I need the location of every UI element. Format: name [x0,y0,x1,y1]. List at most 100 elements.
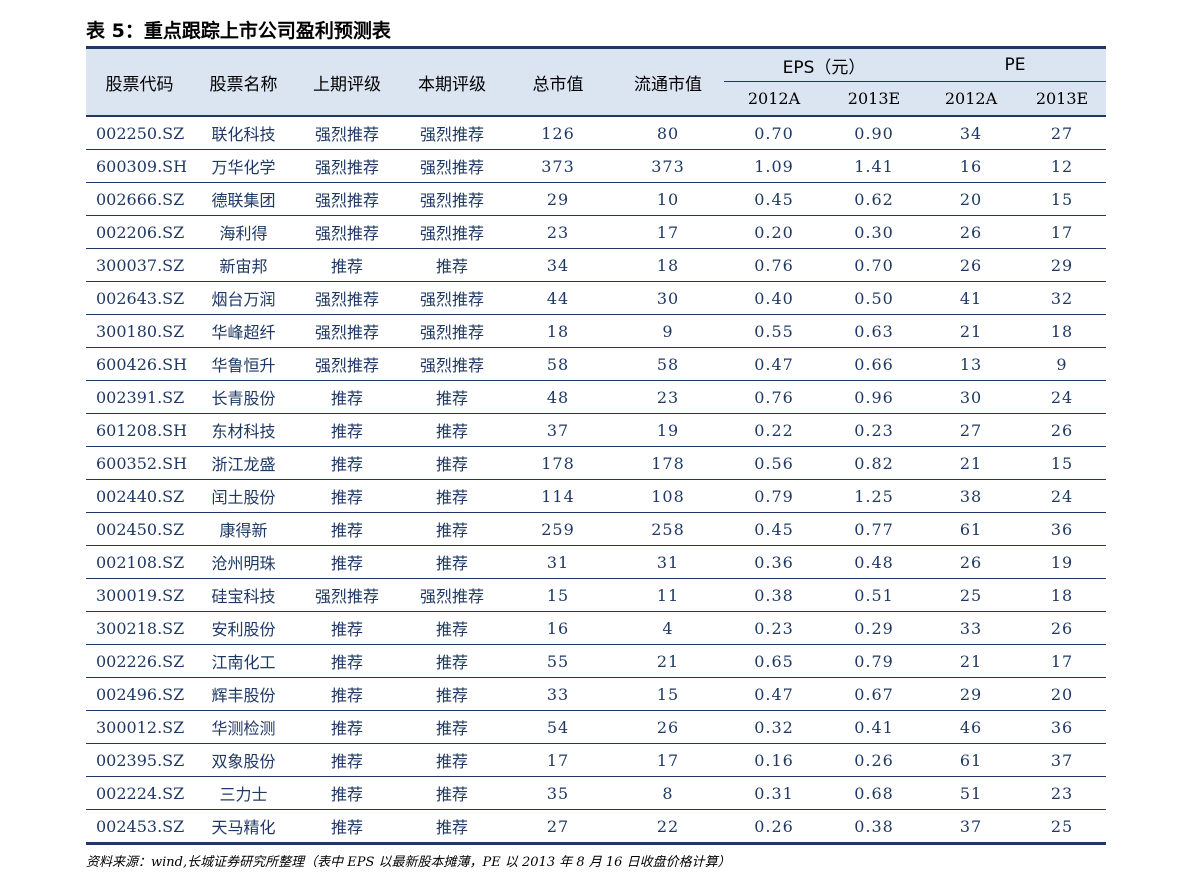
cell-curr-rating: 推荐 [400,776,504,810]
cell-eps-2013: 0.66 [824,347,925,381]
cell-pe-2012: 21 [924,446,1019,480]
cell-eps-2012: 0.40 [724,281,824,315]
cell-prev-rating: 推荐 [294,479,400,513]
cell-pe-2012: 61 [924,512,1019,546]
cell-eps-2012: 0.65 [724,644,824,678]
cell-float-cap: 373 [612,149,724,183]
header-name: 股票名称 [193,49,294,116]
cell-curr-rating: 推荐 [400,446,504,480]
cell-pe-2013: 27 [1018,115,1107,150]
cell-prev-rating: 推荐 [294,644,400,678]
cell-stock-name: 华测检测 [193,710,294,744]
cell-eps-2012: 1.09 [724,149,824,183]
cell-eps-2012: 0.47 [724,347,824,381]
cell-float-cap: 4 [612,611,724,645]
cell-prev-rating: 强烈推荐 [294,314,400,348]
cell-stock-code: 600309.SH [86,149,193,183]
cell-float-cap: 21 [612,644,724,678]
cell-eps-2013: 0.48 [824,545,925,579]
cell-stock-name: 华峰超纤 [193,314,294,348]
cell-curr-rating: 强烈推荐 [400,347,504,381]
cell-eps-2012: 0.47 [724,677,824,711]
cell-stock-code: 002226.SZ [86,644,193,678]
cell-eps-2013: 0.23 [824,413,925,447]
cell-stock-code: 600352.SH [86,446,193,480]
table-row: 002391.SZ 长青股份 推荐 推荐 48 23 0.76 0.96 30 24 [86,380,1107,414]
cell-eps-2012: 0.45 [724,182,824,216]
cell-stock-code: 002440.SZ [86,479,193,513]
cell-prev-rating: 推荐 [294,710,400,744]
cell-market-cap: 114 [504,479,612,513]
cell-curr-rating: 推荐 [400,677,504,711]
cell-float-cap: 22 [612,809,724,845]
cell-pe-2012: 21 [924,644,1019,678]
cell-pe-2012: 34 [924,115,1019,150]
header-curr-rating: 本期评级 [400,49,504,116]
cell-pe-2013: 26 [1018,413,1107,447]
table-row: 002226.SZ 江南化工 推荐 推荐 55 21 0.65 0.79 21 17 [86,644,1107,678]
cell-curr-rating: 强烈推荐 [400,182,504,216]
cell-pe-2013: 29 [1018,248,1107,282]
table-row: 600426.SH 华鲁恒升 强烈推荐 强烈推荐 58 58 0.47 0.66 13 9 [86,347,1107,381]
cell-float-cap: 31 [612,545,724,579]
cell-stock-name: 天马精化 [193,809,294,845]
cell-stock-code: 002206.SZ [86,215,193,249]
table-row: 002450.SZ 康得新 推荐 推荐 259 258 0.45 0.77 61 36 [86,512,1107,546]
cell-stock-code: 002108.SZ [86,545,193,579]
cell-stock-name: 万华化学 [193,149,294,183]
cell-eps-2013: 0.77 [824,512,925,546]
table-row: 002224.SZ 三力士 推荐 推荐 35 8 0.31 0.68 51 23 [86,776,1107,810]
header-pe-2013: 2013E [1018,81,1107,116]
cell-prev-rating: 推荐 [294,248,400,282]
cell-float-cap: 15 [612,677,724,711]
cell-pe-2012: 29 [924,677,1019,711]
cell-pe-2012: 27 [924,413,1019,447]
cell-prev-rating: 推荐 [294,611,400,645]
cell-eps-2013: 0.82 [824,446,925,480]
cell-eps-2012: 0.26 [724,809,824,845]
cell-pe-2013: 24 [1018,380,1107,414]
cell-float-cap: 9 [612,314,724,348]
header-prev-rating: 上期评级 [294,49,400,116]
cell-eps-2012: 0.79 [724,479,824,513]
cell-float-cap: 17 [612,215,724,249]
table-row: 600309.SH 万华化学 强烈推荐 强烈推荐 373 373 1.09 1.41 16 12 [86,149,1107,183]
cell-eps-2013: 0.67 [824,677,925,711]
cell-pe-2013: 32 [1018,281,1107,315]
cell-curr-rating: 推荐 [400,809,504,845]
header-eps-2012: 2012A [724,81,824,116]
cell-prev-rating: 强烈推荐 [294,115,400,150]
cell-stock-name: 闰土股份 [193,479,294,513]
table-row: 002496.SZ 辉丰股份 推荐 推荐 33 15 0.47 0.67 29 20 [86,677,1107,711]
cell-market-cap: 58 [504,347,612,381]
cell-pe-2013: 9 [1018,347,1107,381]
cell-market-cap: 34 [504,248,612,282]
cell-float-cap: 108 [612,479,724,513]
cell-prev-rating: 强烈推荐 [294,215,400,249]
cell-stock-name: 江南化工 [193,644,294,678]
table-title: 表 5：重点跟踪上市公司盈利预测表 [86,20,391,42]
cell-prev-rating: 推荐 [294,446,400,480]
cell-pe-2013: 15 [1018,182,1107,216]
cell-pe-2012: 16 [924,149,1019,183]
cell-eps-2013: 0.51 [824,578,925,612]
cell-market-cap: 37 [504,413,612,447]
header-pe-2012: 2012A [924,81,1019,116]
header-market-cap: 总市值 [504,49,612,116]
cell-market-cap: 23 [504,215,612,249]
cell-stock-name: 联化科技 [193,115,294,150]
cell-eps-2013: 0.63 [824,314,925,348]
header-eps-group: EPS（元） [724,49,925,82]
cell-eps-2013: 0.79 [824,644,925,678]
header-pe-group: PE [924,49,1107,82]
cell-eps-2013: 0.90 [824,115,925,150]
source-note: 资料来源：wind,长城证券研究所整理（表中 EPS 以最新股本摊薄，PE 以 … [86,855,731,870]
cell-eps-2012: 0.23 [724,611,824,645]
cell-float-cap: 19 [612,413,724,447]
cell-stock-code: 002643.SZ [86,281,193,315]
cell-eps-2012: 0.32 [724,710,824,744]
cell-eps-2012: 0.56 [724,446,824,480]
cell-float-cap: 30 [612,281,724,315]
table-row: 002250.SZ 联化科技 强烈推荐 强烈推荐 126 80 0.70 0.90 34 27 [86,115,1107,150]
cell-prev-rating: 推荐 [294,809,400,845]
